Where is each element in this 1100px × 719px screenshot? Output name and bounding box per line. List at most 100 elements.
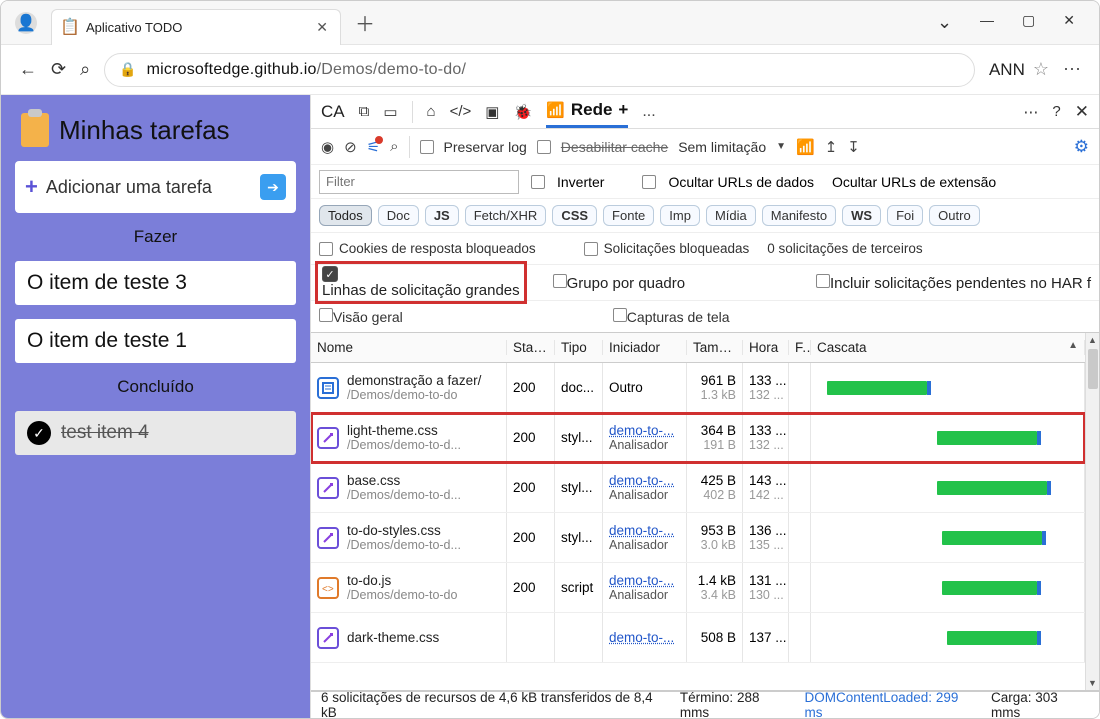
devtools-close-icon[interactable]: ✕	[1075, 102, 1089, 122]
browser-tab[interactable]: 📋 Aplicativo TODO ✕	[51, 9, 341, 45]
submit-task-button[interactable]: ➔	[260, 174, 286, 200]
back-button[interactable]: ←	[19, 59, 37, 80]
blocked-requests-checkbox[interactable]	[584, 242, 598, 256]
profile-label[interactable]: ANN	[989, 60, 1025, 80]
chip-js[interactable]: JS	[425, 205, 459, 226]
sources-icon[interactable]: 🐞	[513, 103, 532, 121]
browser-menu-icon[interactable]: ⋯	[1063, 59, 1081, 80]
chip-doc[interactable]: Doc	[378, 205, 419, 226]
chip-wasm[interactable]: Foi	[887, 205, 923, 226]
import-icon[interactable]: ↥	[825, 138, 838, 156]
network-table: Nome Status Tipo Iniciador Tamanho Hora …	[311, 333, 1099, 690]
sort-icon: ▲	[1068, 340, 1078, 351]
preserve-log-checkbox[interactable]	[420, 140, 434, 154]
window-close-icon[interactable]: ✕	[1063, 12, 1075, 33]
window-max-icon[interactable]: ▢	[1022, 12, 1035, 33]
profile-avatar[interactable]: 👤	[15, 12, 37, 34]
task-item[interactable]: O item de teste 3	[15, 261, 296, 305]
clear-button[interactable]: ⊘	[344, 138, 357, 156]
inspect-icon[interactable]: ⧉	[359, 103, 370, 120]
network-conditions-icon[interactable]: 📶	[796, 138, 815, 156]
home-icon[interactable]: ⌂	[427, 103, 436, 120]
chip-css[interactable]: CSS	[552, 205, 597, 226]
hide-data-urls-checkbox[interactable]	[642, 175, 656, 189]
options-row-2: ✓ Linhas de solicitação grandes Grupo po…	[311, 265, 1099, 301]
search-icon[interactable]: ⌕	[80, 59, 90, 80]
device-icon[interactable]: ▭	[383, 103, 397, 121]
table-row[interactable]: to-do-styles.css/Demos/demo-to-d...200st…	[311, 513, 1085, 563]
url-field[interactable]: 🔒 microsoftedge.github.io/Demos/demo-to-…	[104, 53, 975, 87]
tab-close-icon[interactable]: ✕	[316, 19, 328, 36]
svg-text:<>: <>	[322, 584, 334, 595]
table-header: Nome Status Tipo Iniciador Tamanho Hora …	[311, 333, 1085, 363]
lock-icon: 🔒	[119, 61, 136, 78]
chip-all[interactable]: Todos	[319, 205, 372, 226]
devtools-ca-label[interactable]: CA	[321, 102, 345, 122]
type-filter-row: Todos Doc JS Fetch/XHR CSS Fonte Imp Míd…	[311, 199, 1099, 233]
table-row[interactable]: dark-theme.cssdemo-to-...508 B137 ...	[311, 613, 1085, 663]
plus-icon: +	[25, 174, 38, 200]
scroll-up-icon: ▲	[1088, 333, 1097, 347]
url-text: microsoftedge.github.io/Demos/demo-to-do…	[147, 61, 466, 79]
search-button[interactable]: ⌕	[390, 138, 398, 155]
script-icon: <>	[317, 577, 339, 599]
chip-fetch[interactable]: Fetch/XHR	[465, 205, 547, 226]
stylesheet-icon	[317, 477, 339, 499]
addressbar: ← ⟳ ⌕ 🔒 microsoftedge.github.io/Demos/de…	[1, 45, 1099, 95]
export-icon[interactable]: ↧	[847, 138, 860, 156]
record-button[interactable]: ◉	[321, 138, 334, 156]
chevron-down-icon[interactable]: ▼	[776, 141, 786, 152]
devtools-tabs: CA ⧉ ▭ ⌂ </> ▣ 🐞 📶 Rede + ... ⋯ ? ✕	[311, 95, 1099, 129]
app-title: Minhas tarefas	[59, 115, 230, 146]
table-row[interactable]: light-theme.css/Demos/demo-to-d...200sty…	[311, 413, 1085, 463]
table-row[interactable]: base.css/Demos/demo-to-d...200styl...dem…	[311, 463, 1085, 513]
chip-manifest[interactable]: Manifesto	[762, 205, 836, 226]
chip-other[interactable]: Outro	[929, 205, 980, 226]
stylesheet-icon	[317, 427, 339, 449]
settings-gear-icon[interactable]: ⚙	[1074, 137, 1089, 157]
tab-title: Aplicativo TODO	[86, 20, 308, 35]
chip-font[interactable]: Fonte	[603, 205, 654, 226]
chip-ws[interactable]: WS	[842, 205, 881, 226]
document-icon	[317, 377, 339, 399]
table-row[interactable]: demonstração a fazer//Demos/demo-to-do20…	[311, 363, 1085, 413]
options-row-3: Visão geral Capturas de tela	[311, 301, 1099, 333]
filter-input[interactable]	[319, 170, 519, 194]
large-rows-checkbox[interactable]: ✓	[322, 266, 338, 282]
section-todo: Fazer	[134, 227, 177, 247]
filter-toggle-button[interactable]: ⚟	[367, 138, 380, 156]
include-pending-checkbox[interactable]	[816, 274, 830, 288]
status-bar: 6 solicitações de recursos de 4,6 kB tra…	[311, 690, 1099, 718]
scroll-down-icon: ▼	[1088, 676, 1097, 690]
task-item-done[interactable]: ✓ test item 4	[15, 411, 296, 455]
reload-button[interactable]: ⟳	[51, 59, 66, 80]
add-task-label: Adicionar uma tarefa	[46, 177, 212, 198]
section-done: Concluído	[117, 377, 194, 397]
group-frame-checkbox[interactable]	[553, 274, 567, 288]
console-icon[interactable]: ▣	[485, 103, 499, 121]
stylesheet-icon	[317, 627, 339, 649]
favorite-icon[interactable]: ☆	[1033, 59, 1049, 80]
overview-checkbox[interactable]	[319, 308, 333, 322]
invert-checkbox[interactable]	[531, 175, 545, 189]
chip-img[interactable]: Imp	[660, 205, 700, 226]
elements-icon[interactable]: </>	[450, 103, 472, 120]
table-row[interactable]: <>to-do.js/Demos/demo-to-do200scriptdemo…	[311, 563, 1085, 613]
add-task-input[interactable]: + Adicionar uma tarefa ➔	[15, 161, 296, 213]
new-tab-button[interactable]: ＋	[341, 8, 389, 37]
tab-more[interactable]: ...	[642, 103, 655, 121]
window-min-icon[interactable]: —	[980, 12, 994, 33]
window-minimize-icon[interactable]: ⌄	[937, 12, 952, 33]
tab-favicon: 📋	[62, 19, 78, 35]
chip-media[interactable]: Mídia	[706, 205, 756, 226]
network-toolbar: ◉ ⊘ ⚟ ⌕ Preservar log Desabilitar cache …	[311, 129, 1099, 165]
blocked-cookies-checkbox[interactable]	[319, 242, 333, 256]
wifi-icon: 📶	[546, 101, 565, 119]
screenshots-checkbox[interactable]	[613, 308, 627, 322]
help-icon[interactable]: ?	[1052, 103, 1060, 120]
devtools-more-icon[interactable]: ⋯	[1023, 103, 1038, 121]
tab-network[interactable]: 📶 Rede +	[546, 95, 628, 128]
scrollbar[interactable]: ▲ ▼	[1085, 333, 1099, 690]
task-item[interactable]: O item de teste 1	[15, 319, 296, 363]
disable-cache-checkbox[interactable]	[537, 140, 551, 154]
